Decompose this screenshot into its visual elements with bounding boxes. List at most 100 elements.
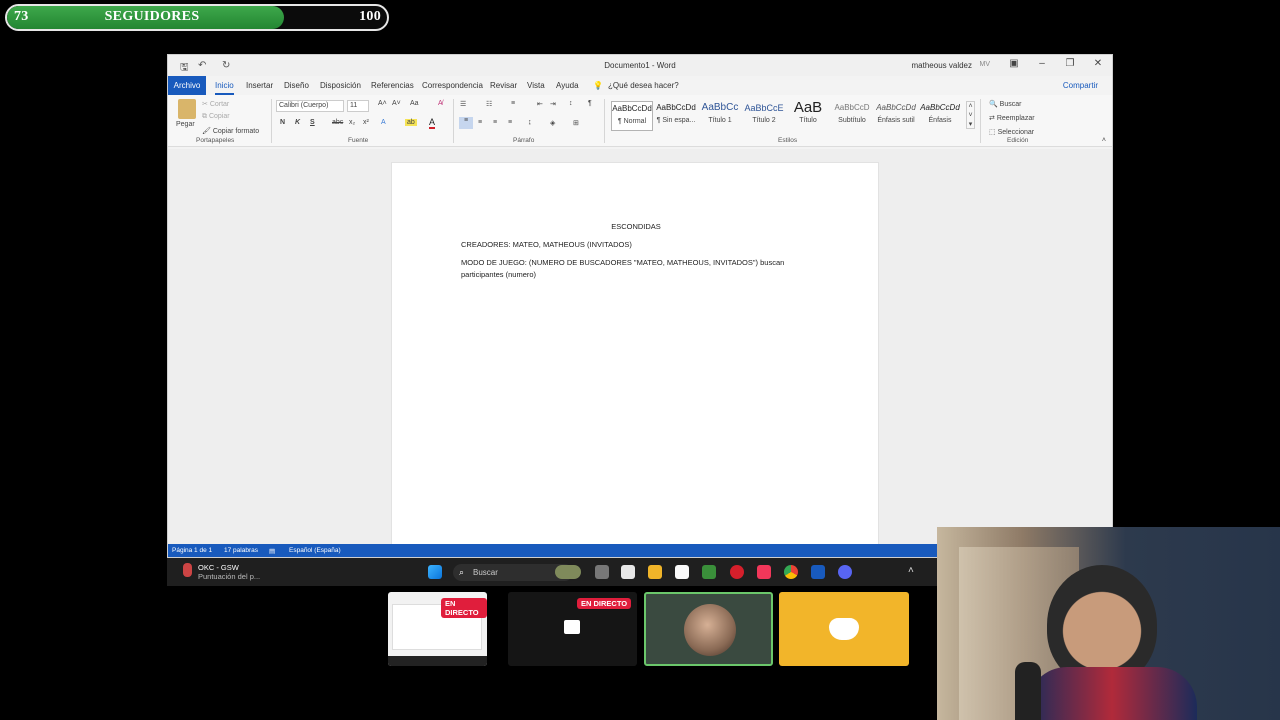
tab-revisar[interactable]: Revisar [490, 81, 517, 90]
show-marks-icon[interactable]: ¶ [588, 100, 592, 107]
file-explorer-icon[interactable] [648, 565, 662, 579]
document-canvas[interactable]: ESCONDIDAS CREADORES: MATEO, MATHEOUS (I… [168, 149, 1112, 547]
font-name-select[interactable]: Calibri (Cuerpo) [276, 100, 344, 112]
tab-archivo[interactable]: Archivo [168, 76, 206, 95]
user-avatar[interactable]: MV [980, 61, 991, 68]
paste-button[interactable]: Pegar [176, 121, 195, 128]
user-name[interactable]: matheous valdez [912, 61, 972, 70]
font-color-icon[interactable]: A [429, 117, 436, 129]
subscript-icon[interactable]: x₂ [349, 119, 355, 126]
start-icon[interactable] [428, 565, 442, 579]
tab-ayuda[interactable]: Ayuda [556, 81, 579, 90]
styles-more-icon[interactable]: ˄ ˅ ▾ [966, 101, 975, 129]
paste-icon[interactable] [178, 99, 196, 119]
sports-icon[interactable] [183, 563, 192, 577]
format-painter-button[interactable]: 🖌 Copiar formato [202, 127, 259, 135]
style-title[interactable]: AaB Título [787, 100, 829, 131]
follower-goal-label: SEGUIDORES [104, 9, 200, 24]
select-button[interactable]: ⬚ Seleccionar [989, 128, 1034, 136]
preview-user-avatar[interactable] [644, 592, 773, 666]
tab-vista[interactable]: Vista [527, 81, 545, 90]
tab-inicio[interactable]: Inicio [215, 81, 234, 95]
bold-button[interactable]: N [280, 119, 285, 126]
style-heading-1[interactable]: AaBbCc Título 1 [699, 101, 741, 131]
tell-me-search[interactable]: ¿Qué desea hacer? [608, 81, 679, 90]
minecraft-icon[interactable] [702, 565, 716, 579]
italic-button[interactable]: K [295, 119, 300, 126]
tab-insertar[interactable]: Insertar [246, 81, 273, 90]
style-sample: AaBbCcDd [876, 103, 916, 112]
style-subtitle[interactable]: AaBbCcD Subtítulo [831, 101, 873, 131]
decrease-indent-icon[interactable]: ⇤ [537, 100, 543, 108]
find-button[interactable]: 🔍 Buscar [989, 100, 1021, 108]
style-heading-2[interactable]: AaBbCcE Título 2 [743, 101, 785, 131]
search-highlight-icon[interactable] [555, 565, 581, 579]
superscript-icon[interactable]: x² [363, 119, 369, 126]
increase-indent-icon[interactable]: ⇥ [550, 100, 556, 108]
opera-icon[interactable] [730, 565, 744, 579]
tab-diseno[interactable]: Diseño [284, 81, 309, 90]
style-subtle-emphasis[interactable]: AaBbCcDd Énfasis sutil [875, 101, 917, 131]
underline-button[interactable]: S [310, 119, 315, 126]
tab-referencias[interactable]: Referencias [371, 81, 414, 90]
align-left-icon[interactable]: ≡ [459, 117, 473, 129]
copy-button[interactable]: ⧉ Copiar [202, 113, 230, 121]
store-icon[interactable] [621, 565, 635, 579]
sort-icon[interactable]: ↕ [569, 100, 573, 107]
bullets-icon[interactable]: ☰ [460, 100, 466, 108]
ribbon-display-icon[interactable]: ▣ [1006, 58, 1022, 69]
tab-disposicion[interactable]: Disposición [320, 81, 361, 90]
style-normal[interactable]: AaBbCcDd ¶ Normal [611, 101, 653, 131]
shrink-font-icon[interactable]: A˅ [392, 100, 401, 107]
tab-correspondencia[interactable]: Correspondencia [422, 81, 483, 90]
paragraph-group-label: Párrafo [513, 137, 535, 144]
music-icon[interactable] [757, 565, 771, 579]
notepad-icon[interactable] [675, 565, 689, 579]
preview-screen-1[interactable]: EN DIRECTO [388, 592, 487, 666]
discord-icon[interactable] [838, 565, 852, 579]
change-case-icon[interactable]: Aa [410, 100, 419, 107]
language-indicator[interactable]: Español (España) [289, 547, 341, 554]
highlight-icon[interactable]: ab [405, 119, 417, 126]
text-effects-icon[interactable]: A [381, 119, 386, 126]
divider [604, 99, 605, 143]
strikethrough-icon[interactable]: abc [332, 119, 343, 126]
preview-taskbar [388, 656, 487, 666]
task-view-icon[interactable] [595, 565, 609, 579]
style-sample: AaBbCcD [834, 103, 870, 112]
taskbar-search-label: Buscar [473, 568, 498, 577]
word-count[interactable]: 17 palabras [224, 547, 258, 554]
preview-screen-2[interactable]: EN DIRECTO [508, 592, 637, 666]
cut-button[interactable]: ✂ Cortar [202, 100, 229, 108]
document-page[interactable]: ESCONDIDAS CREADORES: MATEO, MATHEOUS (I… [391, 162, 879, 547]
grow-font-icon[interactable]: A˄ [378, 100, 387, 107]
page-count[interactable]: Página 1 de 1 [172, 547, 212, 554]
lightbulb-icon: 💡 [593, 81, 603, 90]
proofing-icon[interactable]: ▤ [269, 547, 275, 555]
align-right-icon[interactable]: ≡ [493, 119, 497, 126]
close-icon[interactable]: ✕ [1090, 58, 1106, 69]
chrome-icon[interactable] [784, 565, 798, 579]
font-size-select[interactable]: 11 [347, 100, 369, 112]
style-emphasis[interactable]: AaBbCcDd Énfasis [919, 101, 961, 131]
borders-icon[interactable]: ⊞ [573, 119, 579, 127]
style-name: Subtítulo [838, 117, 866, 124]
widget-news[interactable]: OKC - GSW Puntuación del p... [198, 563, 260, 581]
collapse-ribbon-icon[interactable]: ˄ [1102, 137, 1106, 144]
multilevel-list-icon[interactable]: ≡ [511, 100, 515, 107]
align-center-icon[interactable]: ≡ [478, 119, 482, 126]
line-spacing-icon[interactable]: ↨ [528, 119, 532, 126]
restore-icon[interactable]: ❐ [1062, 58, 1078, 69]
word-icon[interactable] [811, 565, 825, 579]
replace-button[interactable]: ⇄ Reemplazar [989, 114, 1035, 122]
minimize-icon[interactable]: – [1034, 58, 1050, 69]
share-button[interactable]: Compartir [1063, 81, 1098, 90]
style-name: Título [799, 117, 817, 124]
shading-icon[interactable]: ◈ [550, 119, 555, 127]
numbering-icon[interactable]: ☷ [486, 100, 492, 108]
justify-icon[interactable]: ≡ [508, 119, 512, 126]
clear-formatting-icon[interactable]: A̸ [438, 100, 443, 107]
style-no-spacing[interactable]: AaBbCcDd ¶ Sin espa... [655, 101, 697, 131]
tray-chevron-icon[interactable]: ˄ [908, 565, 914, 576]
preview-discord[interactable] [779, 592, 909, 666]
